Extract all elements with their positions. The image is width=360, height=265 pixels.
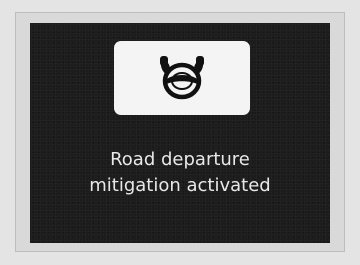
instrument-display: Road departure mitigation activated bbox=[30, 23, 330, 243]
icon-panel bbox=[114, 41, 250, 115]
alert-message: Road departure mitigation activated bbox=[30, 147, 330, 199]
steering-wheel-icon bbox=[160, 56, 204, 100]
alert-message-line2: mitigation activated bbox=[89, 175, 271, 196]
alert-message-line1: Road departure bbox=[110, 149, 250, 170]
